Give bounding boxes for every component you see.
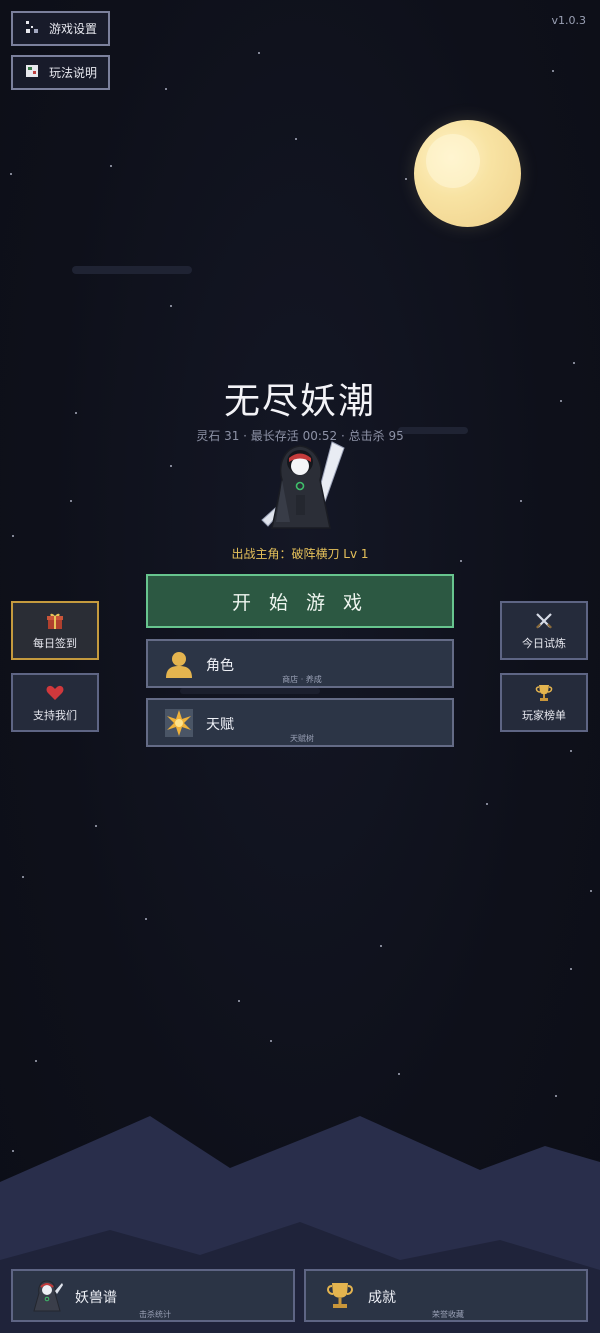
achievements-button[interactable]: 成就 荣誉收藏 (304, 1269, 588, 1322)
character-button[interactable]: 角色 商店 · 养成 (146, 639, 454, 688)
talent-sub: 天赋树 (290, 734, 314, 743)
main-menu-screen: v1.0.3 游戏设置 玩法说明 无尽妖潮 灵石 31 · 最长存活 00:52… (0, 0, 600, 1333)
gift-icon (45, 611, 65, 631)
settings-icon (21, 20, 43, 37)
bestiary-button[interactable]: 妖兽谱 击杀统计 (11, 1269, 295, 1322)
leaderboard-label: 玩家榜单 (522, 709, 566, 722)
heart-icon (45, 683, 65, 703)
moon (414, 120, 521, 227)
guide-icon (21, 64, 43, 81)
settings-button[interactable]: 游戏设置 (11, 11, 110, 46)
character-sub: 商店 · 养成 (282, 675, 322, 684)
support-us-label: 支持我们 (33, 709, 77, 722)
trophy-icon (534, 683, 554, 703)
character-label: 角色 (206, 658, 234, 674)
support-us-button[interactable]: 支持我们 (11, 673, 99, 732)
talent-label: 天赋 (206, 717, 234, 733)
game-title: 无尽妖潮 (223, 381, 376, 422)
settings-label: 游戏设置 (49, 22, 98, 36)
cloud (180, 688, 320, 694)
achievements-label: 成就 (368, 1290, 396, 1306)
hero-character (252, 440, 352, 535)
leaderboard-button[interactable]: 玩家榜单 (500, 673, 588, 732)
daily-trial-label: 今日试炼 (522, 637, 566, 650)
version-label: v1.0.3 (551, 14, 587, 27)
guide-button[interactable]: 玩法说明 (11, 55, 110, 90)
cloud (72, 266, 192, 274)
daily-trial-button[interactable]: 今日试炼 (500, 601, 588, 660)
achievements-sub: 荣誉收藏 (432, 1310, 464, 1319)
bestiary-label: 妖兽谱 (75, 1290, 117, 1306)
crossed-swords-icon (534, 611, 554, 631)
guide-label: 玩法说明 (49, 66, 98, 80)
bestiary-sub: 击杀统计 (139, 1310, 171, 1319)
daily-checkin-button[interactable]: 每日签到 (11, 601, 99, 660)
active-hero-label: 出战主角：破阵横刀 Lv 1 (231, 547, 369, 561)
talent-button[interactable]: 天赋 天赋树 (146, 698, 454, 747)
daily-checkin-label: 每日签到 (33, 637, 77, 650)
start-game-button[interactable]: 开 始 游 戏 (146, 574, 454, 628)
